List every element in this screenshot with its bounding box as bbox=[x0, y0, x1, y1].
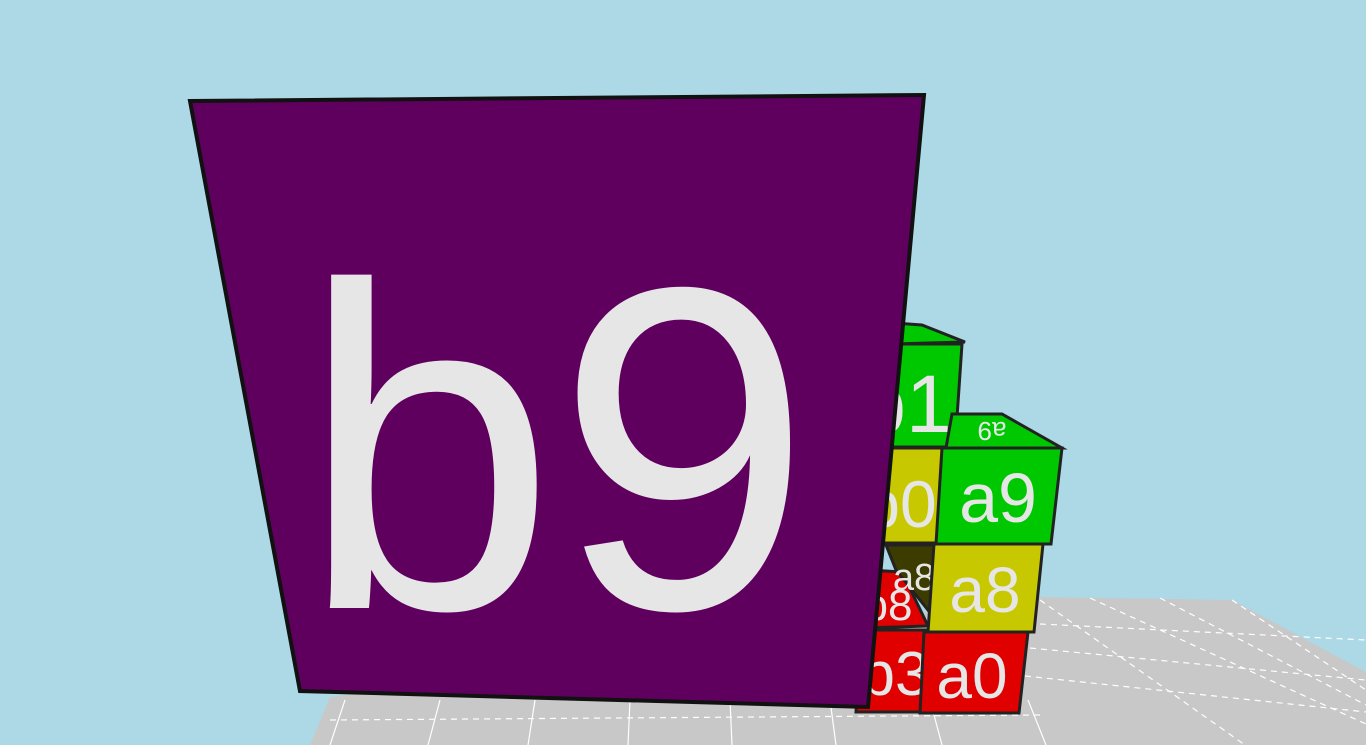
block-a8[interactable]: a8 bbox=[926, 542, 1045, 634]
game-scene-3d-viewport[interactable]: b3 b8 b0 b1 a8 a0 a8 a9 a9 b9 bbox=[0, 0, 1366, 745]
block-a8-label: a8 bbox=[949, 554, 1020, 626]
block-a8-side-label: a8 bbox=[893, 557, 935, 599]
block-a9[interactable]: a9 a9 bbox=[934, 412, 1068, 546]
block-a9-label: a9 bbox=[959, 459, 1037, 537]
block-a0[interactable]: a0 bbox=[918, 630, 1030, 715]
block-a9-top-label: a9 bbox=[978, 416, 1007, 446]
block-b9[interactable]: b9 bbox=[187, 92, 927, 710]
block-a0-label: a0 bbox=[936, 640, 1007, 712]
block-b9-label: b9 bbox=[300, 193, 812, 706]
